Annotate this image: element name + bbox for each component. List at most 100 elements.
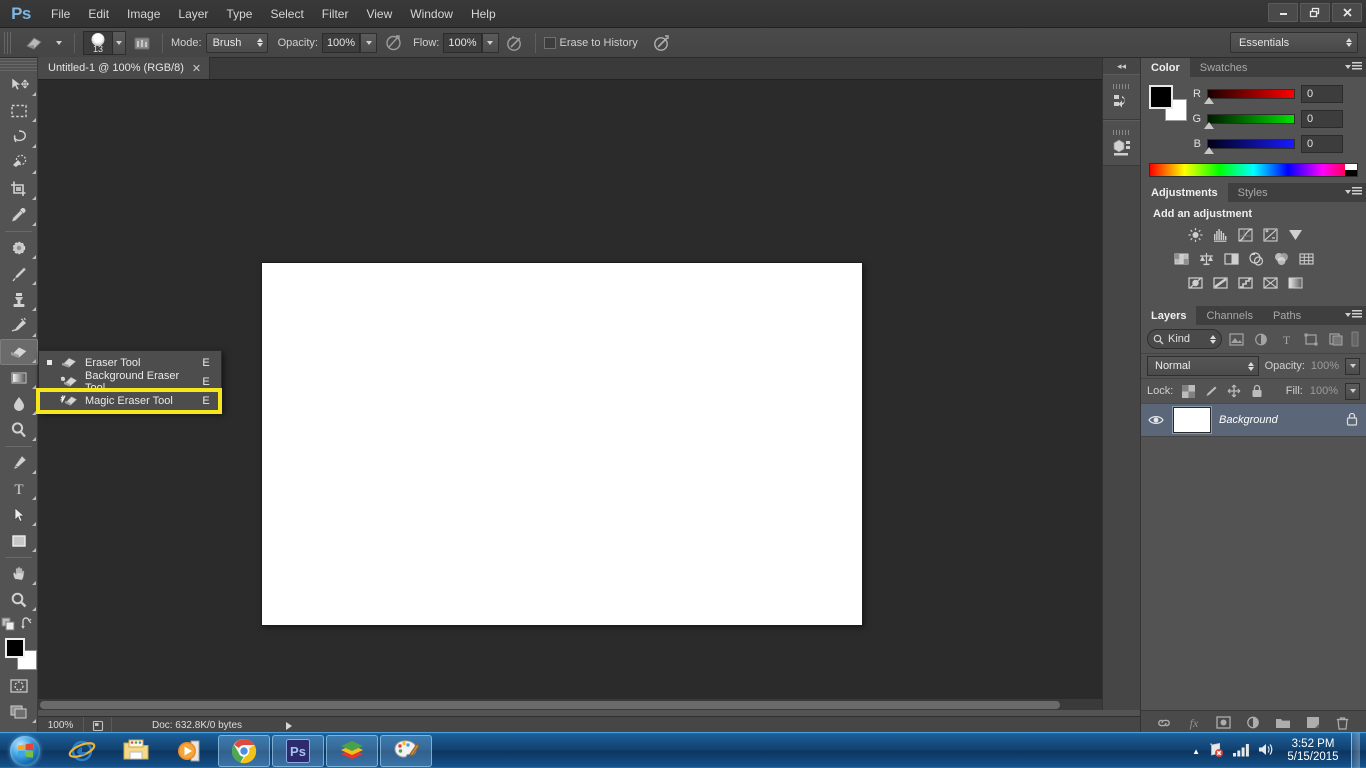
green-value[interactable]: 0 (1301, 110, 1343, 128)
layer-style-icon[interactable]: fx (1185, 714, 1203, 732)
menu-select[interactable]: Select (261, 3, 312, 25)
tools-panel-grip[interactable] (0, 58, 37, 72)
show-desktop-button[interactable] (1351, 733, 1360, 768)
collapse-panels-button[interactable]: ◂◂ (1103, 58, 1140, 74)
opacity-value[interactable]: 100% (321, 32, 361, 53)
adjustment-layer-icon[interactable] (1244, 714, 1262, 732)
document-tab[interactable]: Untitled-1 @ 100% (RGB/8) ✕ (38, 57, 211, 79)
layer-opacity-dropdown[interactable] (1345, 357, 1360, 375)
layer-visibility-icon[interactable] (1147, 414, 1165, 426)
gradient-map-icon[interactable] (1285, 274, 1305, 292)
internet-explorer-icon[interactable] (56, 735, 108, 767)
mode-select[interactable]: Brush (205, 32, 268, 53)
close-document-icon[interactable]: ✕ (192, 62, 201, 75)
menu-filter[interactable]: Filter (313, 3, 358, 25)
brightness-contrast-icon[interactable] (1185, 226, 1205, 244)
filter-type-layers-icon[interactable]: T (1276, 329, 1297, 349)
zoom-tool[interactable] (0, 587, 38, 613)
tab-color[interactable]: Color (1141, 58, 1190, 77)
filter-smart-objects-icon[interactable] (1326, 329, 1347, 349)
layer-lock-icon[interactable] (1346, 412, 1358, 429)
hand-tool[interactable] (0, 561, 38, 587)
opacity-pressure-icon[interactable] (381, 32, 405, 54)
options-bar-grip[interactable] (4, 31, 13, 54)
menu-layer[interactable]: Layer (169, 3, 217, 25)
brush-tool[interactable] (0, 261, 38, 287)
red-value[interactable]: 0 (1301, 85, 1343, 103)
channel-mixer-icon[interactable] (1271, 250, 1291, 268)
tab-paths[interactable]: Paths (1263, 306, 1311, 325)
default-colors-icon[interactable] (1, 617, 17, 631)
erase-to-history-checkbox[interactable] (543, 36, 556, 49)
google-chrome-icon[interactable] (218, 734, 270, 767)
crop-tool[interactable] (0, 176, 38, 202)
posterize-icon[interactable] (1210, 274, 1230, 292)
blue-slider[interactable] (1204, 139, 1295, 154)
blur-tool[interactable] (0, 391, 38, 417)
eyedropper-tool[interactable] (0, 202, 38, 228)
color-panel-swatches[interactable] (1149, 85, 1187, 121)
brush-preset-picker[interactable]: 13 (83, 30, 126, 55)
eraser-tool[interactable] (0, 339, 38, 365)
fill-value[interactable]: 100% (1310, 385, 1338, 397)
layer-mask-icon[interactable] (1215, 714, 1233, 732)
link-layers-icon[interactable] (1155, 714, 1173, 732)
blend-mode-select[interactable]: Normal (1147, 356, 1259, 376)
move-tool[interactable] (0, 72, 38, 98)
green-slider[interactable] (1204, 114, 1295, 129)
color-spectrum-ramp[interactable] (1149, 163, 1358, 177)
close-button[interactable] (1332, 3, 1362, 22)
exposure-icon[interactable] (1260, 226, 1280, 244)
history-panel-icon[interactable] (1103, 74, 1141, 120)
menu-image[interactable]: Image (118, 3, 169, 25)
network-error-icon[interactable] (1207, 742, 1225, 761)
layer-row-background[interactable]: Background (1141, 403, 1366, 437)
invert-icon[interactable] (1185, 274, 1205, 292)
black-white-icon[interactable] (1221, 250, 1241, 268)
gradient-tool[interactable] (0, 365, 38, 391)
color-lookup-icon[interactable] (1296, 250, 1316, 268)
tab-styles[interactable]: Styles (1228, 183, 1278, 202)
white-black-swatches[interactable] (1345, 164, 1357, 176)
adjustments-panel-menu-icon[interactable] (1345, 187, 1362, 196)
lock-image-pixels-icon[interactable] (1203, 383, 1219, 399)
canvas[interactable] (262, 263, 862, 625)
tool-preset-caret[interactable] (52, 40, 66, 45)
quick-selection-tool[interactable] (0, 150, 38, 176)
lock-position-icon[interactable] (1226, 383, 1242, 399)
rectangle-tool[interactable] (0, 528, 38, 554)
hue-saturation-icon[interactable] (1171, 250, 1191, 268)
speaker-icon[interactable] (1257, 742, 1275, 760)
flow-dropdown[interactable] (481, 32, 499, 53)
green-slider-thumb[interactable] (1204, 122, 1214, 129)
opacity-dropdown[interactable] (360, 32, 378, 53)
layer-filter-toggle[interactable] (1351, 329, 1361, 349)
menu-file[interactable]: File (42, 3, 79, 25)
paint-icon[interactable] (380, 734, 432, 767)
tablet-pressure-icon[interactable] (650, 32, 674, 54)
tab-adjustments[interactable]: Adjustments (1141, 183, 1228, 202)
menu-view[interactable]: View (357, 3, 401, 25)
flow-control[interactable]: 100% (443, 32, 499, 53)
tab-layers[interactable]: Layers (1141, 306, 1197, 325)
layer-filter-kind-select[interactable]: Kind (1147, 329, 1222, 349)
lock-all-icon[interactable] (1249, 383, 1265, 399)
levels-icon[interactable] (1210, 226, 1230, 244)
brush-size-dropdown[interactable] (113, 30, 126, 55)
properties-panel-icon[interactable] (1103, 120, 1141, 166)
menu-window[interactable]: Window (401, 3, 462, 25)
filter-pixel-layers-icon[interactable] (1226, 329, 1247, 349)
layer-opacity-value[interactable]: 100% (1311, 360, 1339, 372)
blue-value[interactable]: 0 (1301, 135, 1343, 153)
show-hidden-icons-button[interactable]: ▲ (1192, 747, 1200, 756)
dodge-tool[interactable] (0, 417, 38, 443)
red-slider[interactable] (1204, 89, 1295, 104)
delete-layer-icon[interactable] (1334, 714, 1352, 732)
threshold-icon[interactable] (1235, 274, 1255, 292)
current-tool-icon[interactable] (20, 32, 48, 54)
lock-transparent-pixels-icon[interactable] (1180, 383, 1196, 399)
start-button[interactable] (2, 734, 48, 768)
menu-type[interactable]: Type (217, 3, 261, 25)
tab-channels[interactable]: Channels (1196, 306, 1262, 325)
history-brush-tool[interactable] (0, 313, 38, 339)
